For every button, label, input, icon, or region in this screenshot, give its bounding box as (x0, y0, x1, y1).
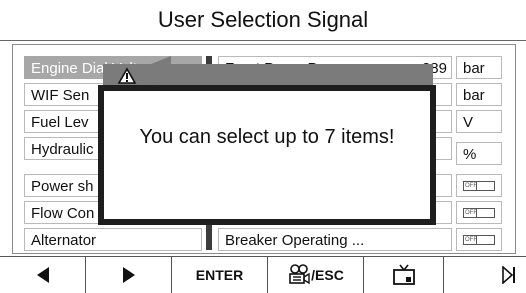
right-list-row[interactable]: Breaker Operating ... (218, 228, 452, 251)
off-toggle-cell[interactable]: OFF (456, 228, 502, 251)
off-toggle[interactable]: OFF (463, 235, 495, 245)
unit-cell: bar (456, 83, 502, 106)
popup-header-tab (103, 56, 171, 86)
off-toggle-cell[interactable]: OFF (456, 174, 502, 197)
previous-button[interactable] (0, 257, 86, 293)
unit-cell: V (456, 110, 502, 133)
skip-end-icon (502, 266, 515, 284)
next-button[interactable] (86, 257, 172, 293)
left-arrow-icon (36, 267, 49, 283)
monitor-icon (392, 264, 415, 285)
screen: User Selection Signal Engine Dial Voltag… (0, 0, 526, 293)
escape-button-label: /ESC (311, 267, 344, 283)
camera-icon (289, 264, 310, 285)
display-button[interactable] (364, 257, 444, 293)
left-list-item[interactable]: Alternator (24, 228, 202, 251)
popup-message: You can select up to 7 items! (139, 126, 395, 148)
enter-button[interactable]: ENTER (172, 257, 268, 293)
warning-popup: You can select up to 7 items! (98, 85, 436, 225)
off-toggle[interactable]: OFF (463, 208, 495, 218)
enter-button-label: ENTER (195, 267, 244, 283)
escape-button[interactable]: /ESC (268, 257, 364, 293)
right-arrow-icon (122, 267, 135, 283)
bottom-toolbar: ENTER /ESC (0, 256, 526, 293)
screen-title: User Selection Signal (0, 0, 526, 41)
off-toggle-divider (476, 236, 477, 244)
right-row-label: Breaker Operating ... (225, 232, 365, 249)
off-toggle-divider (476, 209, 477, 217)
unit-cell: bar (456, 56, 502, 79)
off-toggle-cell[interactable]: OFF (456, 201, 502, 224)
unit-cell: % (456, 142, 502, 165)
skip-to-end-button[interactable] (444, 257, 526, 293)
off-toggle[interactable]: OFF (463, 181, 495, 191)
off-toggle-divider (476, 182, 477, 190)
